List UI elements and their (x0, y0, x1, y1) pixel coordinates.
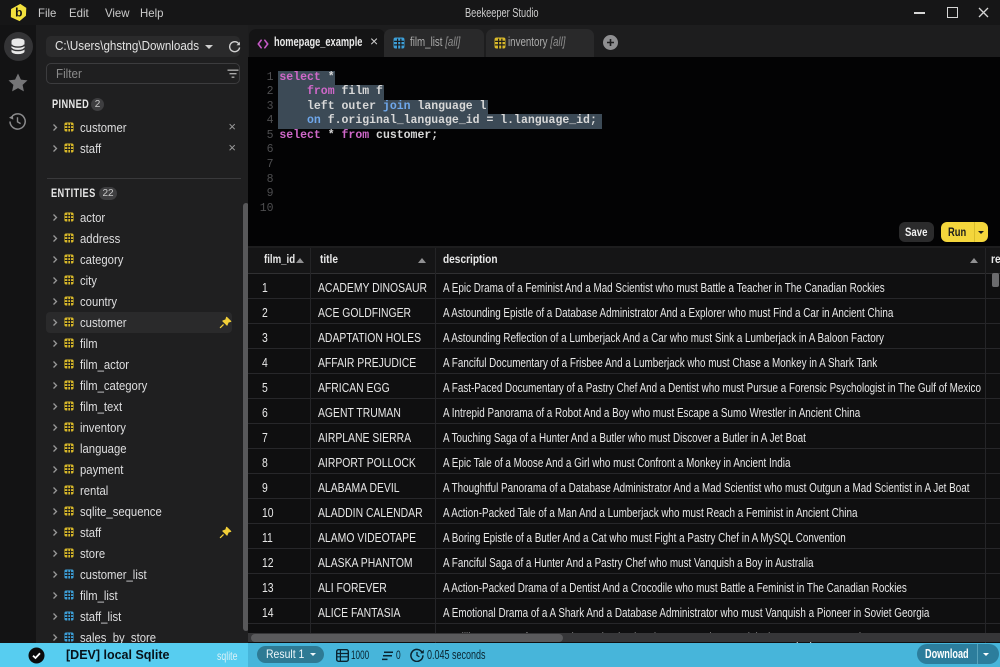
svg-text:b: b (15, 6, 22, 20)
